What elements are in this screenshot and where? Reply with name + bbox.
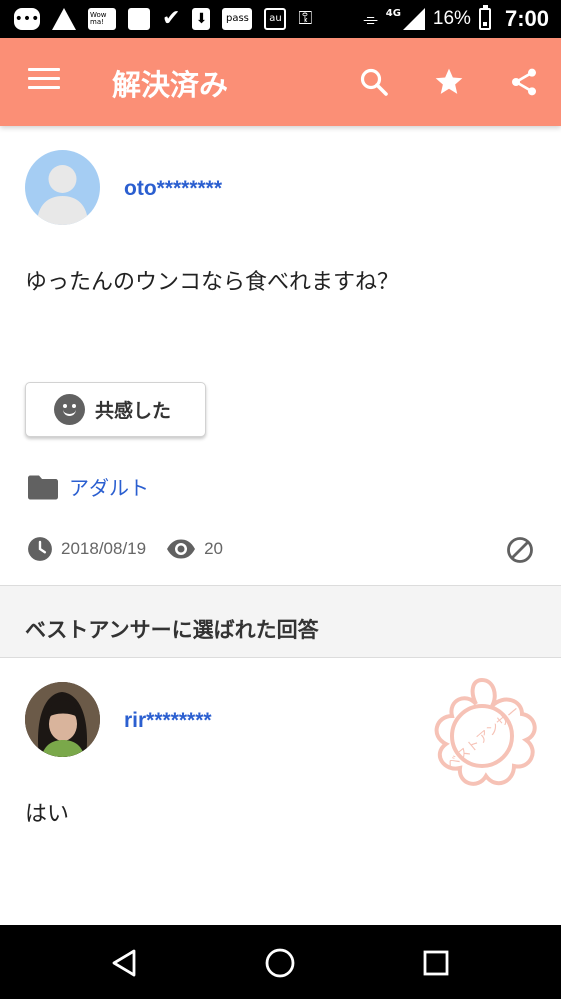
report-icon[interactable] — [506, 536, 534, 568]
user-photo — [25, 682, 100, 757]
download-icon: ⬇ — [192, 8, 211, 30]
status-right: ⌯ 4G 16% 7:00 — [363, 0, 549, 38]
wowma-icon: Wow ma! — [88, 8, 116, 30]
question-text: ゆったんのウンコなら食べれますね？ — [25, 270, 400, 295]
menu-icon[interactable] — [28, 68, 60, 96]
best-answer-header: ベストアンサーに選ばれた回答 — [0, 585, 561, 658]
category[interactable]: アダルト — [27, 472, 149, 501]
app-bar: 解決済み — [0, 38, 561, 126]
empathy-label: 共感した — [95, 400, 172, 422]
answer-text: はい — [25, 802, 70, 827]
clock-icon — [28, 537, 52, 561]
navigation-bar — [0, 925, 561, 999]
best-answer-title: ベストアンサーに選ばれた回答 — [25, 618, 319, 642]
au-icon: au — [264, 8, 287, 30]
page-title: 解決済み — [112, 68, 229, 102]
avatar[interactable] — [25, 682, 100, 757]
question-username[interactable]: oto******** — [124, 177, 222, 201]
smile-icon — [54, 394, 85, 425]
avatar[interactable] — [25, 150, 100, 225]
best-answer-stamp: ベストアンサー — [418, 672, 546, 800]
category-link[interactable]: アダルト — [69, 472, 149, 501]
image-icon — [128, 8, 150, 30]
question-meta: 2018/08/19 20 — [27, 536, 223, 562]
network-type: 4G — [385, 7, 401, 19]
message-icon: ••• — [14, 8, 40, 30]
notification-icons: ••• Wow ma! ✔ ⬇ pass au ⚿ — [0, 8, 312, 30]
star-icon[interactable] — [427, 60, 471, 104]
empathy-button[interactable]: 共感した — [25, 382, 206, 437]
back-icon[interactable] — [105, 943, 145, 983]
clock: 7:00 — [504, 6, 549, 31]
search-icon[interactable] — [352, 60, 396, 104]
battery-icon — [478, 5, 491, 30]
status-bar: ••• Wow ma! ✔ ⬇ pass au ⚿ ⌯ 4G 16% 7:00 — [0, 0, 561, 38]
recents-icon[interactable] — [416, 943, 456, 983]
key-icon: ⚿ — [298, 8, 313, 29]
battery-percent: 16% — [432, 8, 471, 29]
nfc-icon: ⌯ — [363, 8, 378, 30]
folder-icon — [28, 475, 58, 499]
signal-icon — [402, 8, 425, 30]
warning-icon — [52, 8, 76, 30]
post-date: 2018/08/19 — [61, 539, 147, 558]
view-count: 20 — [204, 539, 224, 558]
check-icon: ✔ — [162, 6, 181, 31]
eye-icon — [167, 539, 196, 559]
home-icon[interactable] — [260, 943, 300, 983]
default-user-icon — [37, 165, 88, 225]
pass-icon: pass — [222, 8, 253, 30]
share-icon[interactable] — [502, 60, 546, 104]
answer-username[interactable]: rir******** — [124, 709, 212, 733]
